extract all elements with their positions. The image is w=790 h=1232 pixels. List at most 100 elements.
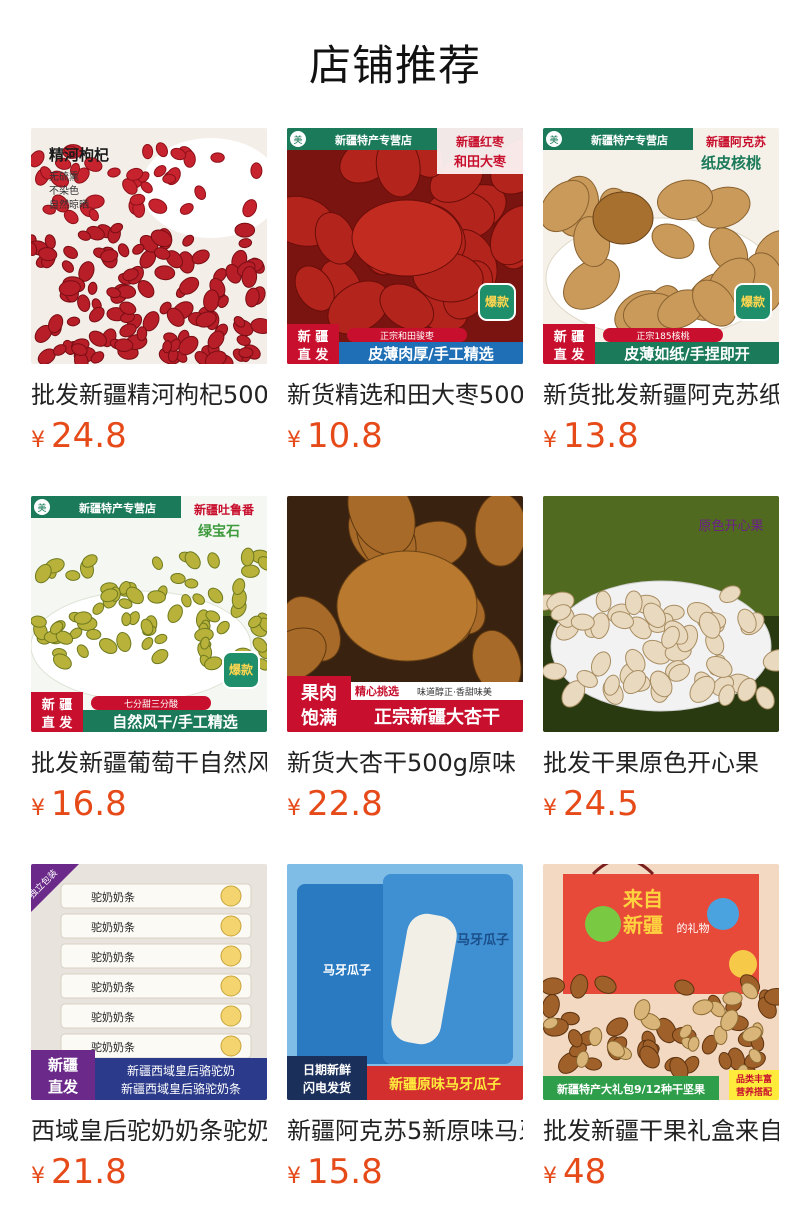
- product-name[interactable]: 西域皇后驼奶奶条驼奶: [31, 1114, 267, 1148]
- svg-text:马牙瓜子: 马牙瓜子: [457, 933, 509, 948]
- svg-text:无硫熏: 无硫熏: [49, 170, 79, 183]
- product-price: 24.5: [563, 784, 639, 824]
- svg-text:新疆特产大礼包9/12种干坚果: 新疆特产大礼包9/12种干坚果: [557, 1082, 705, 1096]
- svg-text:直 发: 直 发: [554, 347, 586, 363]
- shop-badge: 美 新疆特产专营店: [31, 496, 181, 518]
- svg-text:来自: 来自: [622, 887, 663, 911]
- svg-text:饱满: 饱满: [301, 707, 337, 729]
- svg-text:新疆吐鲁番: 新疆吐鲁番: [194, 502, 255, 517]
- svg-text:正宗新疆大杏干: 正宗新疆大杏干: [374, 706, 500, 728]
- price-row: ¥48: [543, 1152, 779, 1192]
- svg-text:新疆特产专营店: 新疆特产专营店: [335, 133, 412, 147]
- product-card[interactable]: 美 新疆特产专营店 新疆红枣 和田大枣 爆款新 疆直 发 正宗和田骏枣 皮薄肉厚/手工精选新…: [287, 128, 523, 496]
- product-card[interactable]: 来自 新疆 的礼物 新疆特产大礼包9/12种干坚果 品类丰富 营养搭配 批发新疆干果礼盒来自…: [543, 864, 779, 1232]
- product-grid: 精河枸杞 无硫熏 不染色 自然晾晒 批发新疆精河枸杞500g ¥24.8 美新疆特产专营店新…: [31, 128, 779, 1232]
- product-card[interactable]: 果肉 饱满 精心挑选 味道醇正·香甜味美 正宗新疆大杏干 新货大杏干500g原味 ¥22.8: [287, 496, 523, 864]
- page-title: 店铺推荐: [308, 41, 481, 90]
- bottom-banner: 果肉饱满 精心挑选 味道醇正·香甜味美正宗新疆大杏干: [287, 676, 523, 732]
- svg-text:驼奶奶条: 驼奶奶条: [91, 1010, 135, 1024]
- svg-text:美: 美: [293, 134, 302, 145]
- product-price: 10.8: [307, 416, 383, 456]
- svg-text:直 发: 直 发: [42, 715, 74, 731]
- product-price: 15.8: [307, 1152, 383, 1192]
- product-image[interactable]: 精河枸杞 无硫熏 不染色 自然晾晒: [31, 128, 267, 364]
- svg-text:和田大枣: 和田大枣: [454, 154, 507, 170]
- svg-text:新疆西域皇后骆驼奶: 新疆西域皇后骆驼奶: [127, 1063, 235, 1078]
- svg-text:新 疆: 新 疆: [554, 329, 585, 345]
- product-card[interactable]: 马牙瓜子马牙瓜子日期新鲜闪电发货新疆原味马牙瓜子新疆阿克苏5新原味马牙瓜子¥15…: [287, 864, 523, 1232]
- svg-text:味道醇正·香甜味美: 味道醇正·香甜味美: [417, 686, 492, 698]
- svg-text:新 疆: 新 疆: [298, 329, 329, 345]
- svg-text:新疆西域皇后骆驼奶条: 新疆西域皇后骆驼奶条: [121, 1081, 241, 1096]
- currency-symbol: ¥: [287, 796, 301, 821]
- svg-text:驼奶奶条: 驼奶奶条: [91, 1040, 135, 1054]
- image-title: 精河枸杞: [49, 146, 109, 164]
- product-name[interactable]: 批发新疆精河枸杞500g: [31, 378, 267, 412]
- currency-symbol: ¥: [31, 1164, 45, 1189]
- product-card[interactable]: 美 新疆特产专营店 新疆阿克苏 纸皮核桃 爆款新 疆直 发 正宗185核桃 皮薄如纸/手捏即…: [543, 128, 779, 496]
- product-card[interactable]: 驼奶奶条 驼奶奶条 驼奶奶条 驼奶奶条 驼奶奶条 驼奶奶条 独立包装 新疆 直发 新疆西域皇后骆驼…: [31, 864, 267, 1232]
- price-row: ¥24.5: [543, 784, 779, 824]
- product-name[interactable]: 批发干果原色开心果: [543, 746, 779, 780]
- product-price: 22.8: [307, 784, 383, 824]
- svg-text:马牙瓜子: 马牙瓜子: [323, 963, 371, 977]
- currency-symbol: ¥: [543, 428, 557, 453]
- shop-badge: 美 新疆特产专营店: [543, 128, 693, 150]
- hot-badge: 爆款: [478, 283, 516, 321]
- product-name[interactable]: 新货批发新疆阿克苏纸皮核桃: [543, 378, 779, 412]
- price-row: ¥13.8: [543, 416, 779, 456]
- svg-text:精心挑选: 精心挑选: [355, 684, 399, 698]
- currency-symbol: ¥: [543, 796, 557, 821]
- svg-text:爆款: 爆款: [741, 294, 766, 309]
- svg-text:七分甜三分酸: 七分甜三分酸: [124, 698, 178, 710]
- product-name[interactable]: 新疆阿克苏5新原味马牙瓜子: [287, 1114, 523, 1148]
- svg-text:日期新鲜: 日期新鲜: [303, 1062, 351, 1077]
- svg-text:爆款: 爆款: [485, 294, 510, 309]
- svg-text:自然晾晒: 自然晾晒: [49, 198, 89, 211]
- product-price: 21.8: [51, 1152, 127, 1192]
- svg-text:品类丰富: 品类丰富: [736, 1073, 772, 1085]
- product-image[interactable]: 果肉 饱满 精心挑选 味道醇正·香甜味美 正宗新疆大杏干: [287, 496, 523, 732]
- svg-text:爆款: 爆款: [229, 662, 254, 677]
- svg-text:营养搭配: 营养搭配: [736, 1086, 772, 1098]
- currency-symbol: ¥: [287, 428, 301, 453]
- svg-text:新疆红枣: 新疆红枣: [456, 134, 505, 149]
- product-name[interactable]: 新货大杏干500g原味: [287, 746, 523, 780]
- price-row: ¥22.8: [287, 784, 523, 824]
- product-card[interactable]: 美 新疆特产专营店 新疆吐鲁番 绿宝石 爆款新 疆直 发 七分甜三分酸 自然风干/手工精选批…: [31, 496, 267, 864]
- price-row: ¥16.8: [31, 784, 267, 824]
- product-card[interactable]: 原色开心果批发干果原色开心果 ¥24.5: [543, 496, 779, 864]
- svg-text:新疆特产专营店: 新疆特产专营店: [591, 133, 668, 147]
- svg-text:直 发: 直 发: [298, 347, 330, 363]
- product-image[interactable]: 美 新疆特产专营店 新疆阿克苏 纸皮核桃 爆款新 疆直 发 正宗185核桃 皮薄如纸/手捏即…: [543, 128, 779, 364]
- currency-symbol: ¥: [31, 428, 45, 453]
- product-name[interactable]: 新货精选和田大枣500g: [287, 378, 523, 412]
- product-name[interactable]: 批发新疆干果礼盒来自新疆: [543, 1114, 779, 1148]
- product-image[interactable]: 美 新疆特产专营店 新疆吐鲁番 绿宝石 爆款新 疆直 发 七分甜三分酸 自然风干/手工精选: [31, 496, 267, 732]
- svg-text:直发: 直发: [48, 1078, 79, 1096]
- svg-text:驼奶奶条: 驼奶奶条: [91, 980, 135, 994]
- product-image[interactable]: 原色开心果: [543, 496, 779, 732]
- product-image[interactable]: 驼奶奶条 驼奶奶条 驼奶奶条 驼奶奶条 驼奶奶条 驼奶奶条 独立包装 新疆 直发 新疆西域皇后骆驼…: [31, 864, 267, 1100]
- product-image[interactable]: 来自 新疆 的礼物 新疆特产大礼包9/12种干坚果 品类丰富 营养搭配: [543, 864, 779, 1100]
- currency-symbol: ¥: [543, 1164, 557, 1189]
- svg-text:驼奶奶条: 驼奶奶条: [91, 950, 135, 964]
- svg-text:自然风干/手工精选: 自然风干/手工精选: [112, 713, 237, 731]
- svg-text:原色开心果: 原色开心果: [698, 518, 763, 534]
- svg-text:纸皮核桃: 纸皮核桃: [701, 154, 761, 172]
- product-image[interactable]: 马牙瓜子 马牙瓜子 日期新鲜 闪电发货 新疆原味马牙瓜子: [287, 864, 523, 1100]
- product-card[interactable]: 精河枸杞 无硫熏 不染色 自然晾晒 批发新疆精河枸杞500g ¥24.8: [31, 128, 267, 496]
- svg-text:新疆: 新疆: [48, 1056, 78, 1074]
- currency-symbol: ¥: [287, 1164, 301, 1189]
- svg-text:正宗和田骏枣: 正宗和田骏枣: [380, 330, 434, 342]
- svg-text:驼奶奶条: 驼奶奶条: [91, 920, 135, 934]
- svg-text:正宗185核桃: 正宗185核桃: [636, 330, 689, 342]
- svg-text:美: 美: [37, 502, 46, 513]
- hot-badge: 爆款: [734, 283, 772, 321]
- svg-text:新疆原味马牙瓜子: 新疆原味马牙瓜子: [389, 1076, 501, 1093]
- product-image[interactable]: 美 新疆特产专营店 新疆红枣 和田大枣 爆款新 疆直 发 正宗和田骏枣 皮薄肉厚/手工精选: [287, 128, 523, 364]
- svg-text:新 疆: 新 疆: [42, 697, 73, 713]
- svg-text:皮薄如纸/手捏即开: 皮薄如纸/手捏即开: [624, 345, 749, 363]
- price-row: ¥21.8: [31, 1152, 267, 1192]
- product-name[interactable]: 批发新疆葡萄干自然风干: [31, 746, 267, 780]
